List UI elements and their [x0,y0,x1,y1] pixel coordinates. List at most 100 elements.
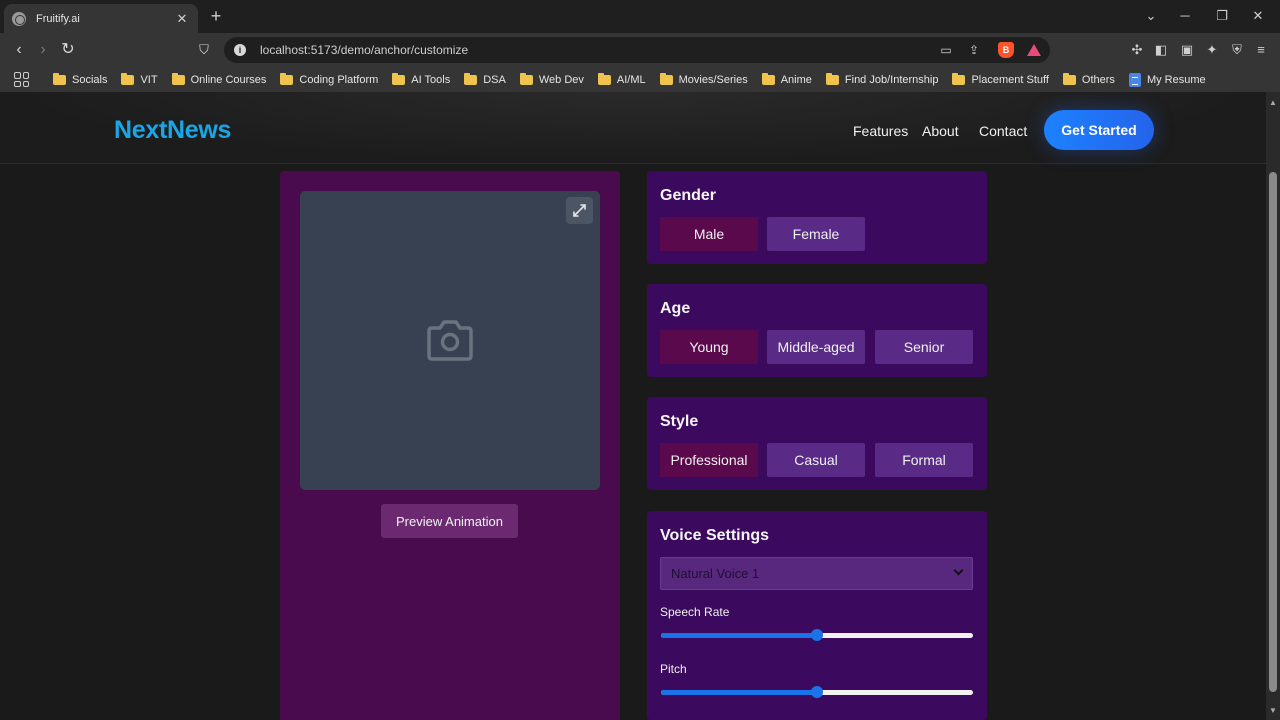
brave-shields-icon[interactable]: B [998,42,1014,58]
camera-icon [427,320,473,361]
back-icon[interactable]: ‹ [10,41,28,59]
preview-animation-button[interactable]: Preview Animation [381,504,518,538]
voice-settings-title: Voice Settings [660,527,770,544]
voice-select[interactable]: Natural Voice 1 [660,557,973,590]
bookmark-list: Socials VIT Online Courses Coding Platfo… [53,67,1220,92]
new-tab-icon[interactable]: + [207,7,225,25]
folder-icon [53,72,66,85]
pitch-label: Pitch [660,662,687,676]
bookmark-folder[interactable]: Web Dev [519,72,584,86]
folder-icon [659,72,673,85]
bookmark-folder[interactable]: Placement Stuff [952,72,1049,86]
bookmark-folder[interactable]: VIT [121,72,158,86]
menu-icon[interactable]: ≡ [1252,41,1270,59]
age-title: Age [660,300,691,317]
pitch-slider[interactable] [661,686,973,698]
bookmark-folder[interactable]: Others [1062,72,1115,86]
bookmark-folder[interactable]: Find Job/Internship [825,72,938,86]
voice-settings-card: Voice Settings Natural Voice 1 Speech Ra… [647,511,987,720]
gender-title: Gender [660,187,717,204]
address-bar[interactable]: i localhost:5173/demo/anchor/customize ▭… [224,37,1050,63]
bookmark-folder[interactable]: Coding Platform [280,72,378,86]
nav-link-contact[interactable]: Contact [979,123,1027,139]
bookmark-folder[interactable]: Movies/Series [659,72,748,86]
restore-icon[interactable]: ❐ [1214,8,1230,24]
scroll-down-icon[interactable]: ▼ [1269,706,1277,715]
site-header: NextNews Features About Contact Get Star… [0,92,1266,164]
extensions-icon[interactable]: ✣ [1128,41,1146,59]
bookmark-folder[interactable]: Anime [761,72,812,86]
vpn-shield-icon[interactable]: ⛨ [1228,41,1246,59]
gender-option-female[interactable]: Female [767,217,865,251]
style-option-professional[interactable]: Professional [660,443,758,477]
bookmark-folder[interactable]: AI Tools [392,72,450,86]
speech-rate-label: Speech Rate [660,605,730,619]
page-viewport: NextNews Features About Contact Get Star… [0,92,1266,720]
tab-close-icon[interactable]: ✕ [174,11,190,27]
anchor-preview [300,191,600,490]
nav-link-about[interactable]: About [922,123,959,139]
site-info-icon[interactable]: i [234,44,246,56]
browser-toolbar: ‹ › ↻ ⛉ i localhost:5173/demo/anchor/cus… [0,33,1280,67]
folder-icon [392,72,406,85]
leo-ai-icon[interactable]: ✦ [1203,41,1221,59]
site-logo[interactable]: NextNews [114,116,231,145]
reload-icon[interactable]: ↻ [59,41,77,59]
bookmark-folder[interactable]: Online Courses [171,72,266,86]
folder-icon [597,72,611,85]
bookmarks-bar: Socials VIT Online Courses Coding Platfo… [0,67,1280,92]
preview-panel: Preview Animation [280,171,620,720]
folder-icon [1062,72,1076,85]
scrollbar-thumb[interactable] [1269,172,1277,692]
folder-icon [952,72,966,85]
get-started-button[interactable]: Get Started [1044,110,1154,150]
style-card: Style Professional Casual Formal [647,397,987,490]
bookmark-folder[interactable]: DSA [464,72,506,86]
gender-option-male[interactable]: Male [660,217,758,251]
minimize-icon[interactable]: ─ [1177,8,1193,24]
folder-icon [171,72,185,85]
speech-rate-fill [661,633,817,638]
globe-icon [12,11,26,26]
age-option-young[interactable]: Young [660,330,758,364]
bookmark-folder[interactable]: Socials [53,72,107,86]
folder-icon [464,72,478,85]
voice-select-value: Natural Voice 1 [671,566,760,581]
forward-icon[interactable]: › [34,41,52,59]
fullscreen-button[interactable] [566,197,593,224]
browser-tab[interactable]: Fruitify.ai ✕ [4,4,198,33]
age-option-middle-aged[interactable]: Middle-aged [767,330,865,364]
wallet-icon[interactable]: ▣ [1178,41,1196,59]
url-text[interactable]: localhost:5173/demo/anchor/customize [260,43,468,57]
style-option-casual[interactable]: Casual [767,443,865,477]
pitch-fill [661,690,817,695]
age-card: Age Young Middle-aged Senior [647,284,987,377]
bookmark-link[interactable]: My Resume [1128,72,1206,87]
tab-search-chevron-icon[interactable]: ⌄ [1143,8,1159,24]
folder-icon [280,72,294,85]
style-title: Style [660,413,699,430]
apps-grid-icon[interactable] [14,72,29,87]
doc-icon [1128,72,1141,87]
speech-rate-slider[interactable] [661,629,973,641]
scroll-up-icon[interactable]: ▲ [1269,98,1277,107]
nav-link-features[interactable]: Features [853,123,908,139]
bookmark-icon[interactable]: ⛉ [195,41,213,59]
close-window-icon[interactable]: ✕ [1250,8,1266,24]
bookmark-folder[interactable]: AI/ML [597,72,646,86]
speech-rate-handle[interactable] [811,629,823,641]
expand-icon [573,204,586,217]
folder-icon [825,72,839,85]
age-option-senior[interactable]: Senior [875,330,973,364]
folder-icon [121,72,135,85]
sidebar-icon[interactable]: ◧ [1152,41,1170,59]
style-option-formal[interactable]: Formal [875,443,973,477]
cast-icon[interactable]: ▭ [938,42,954,58]
pitch-handle[interactable] [811,686,823,698]
page-scrollbar[interactable]: ▲ ▼ [1266,92,1280,720]
brave-rewards-icon[interactable] [1027,44,1041,56]
browser-tab-strip: Fruitify.ai ✕ + ⌄ ─ ❐ ✕ [0,0,1280,33]
folder-icon [761,72,775,85]
tab-title: Fruitify.ai [36,12,80,25]
share-icon[interactable]: ⇪ [966,42,982,58]
